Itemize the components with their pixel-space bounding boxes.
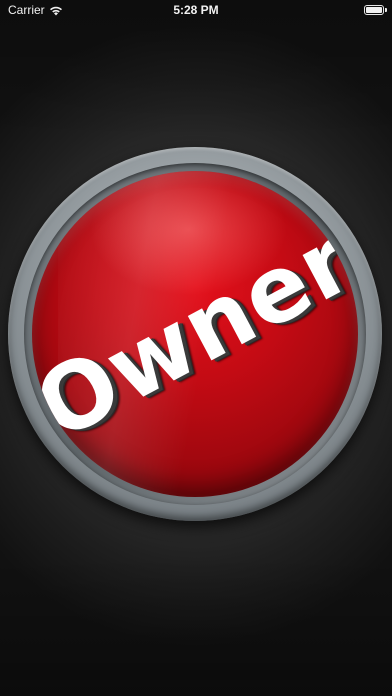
button-red-face: Owner (32, 171, 358, 497)
button-label: Owner (32, 206, 358, 461)
status-time: 5:28 PM (173, 3, 219, 17)
status-bar: Carrier 5:28 PM (0, 0, 392, 22)
battery-icon (364, 5, 387, 15)
app-screen: Carrier 5:28 PM Owner (0, 0, 392, 696)
owner-button[interactable]: Owner (8, 147, 382, 521)
